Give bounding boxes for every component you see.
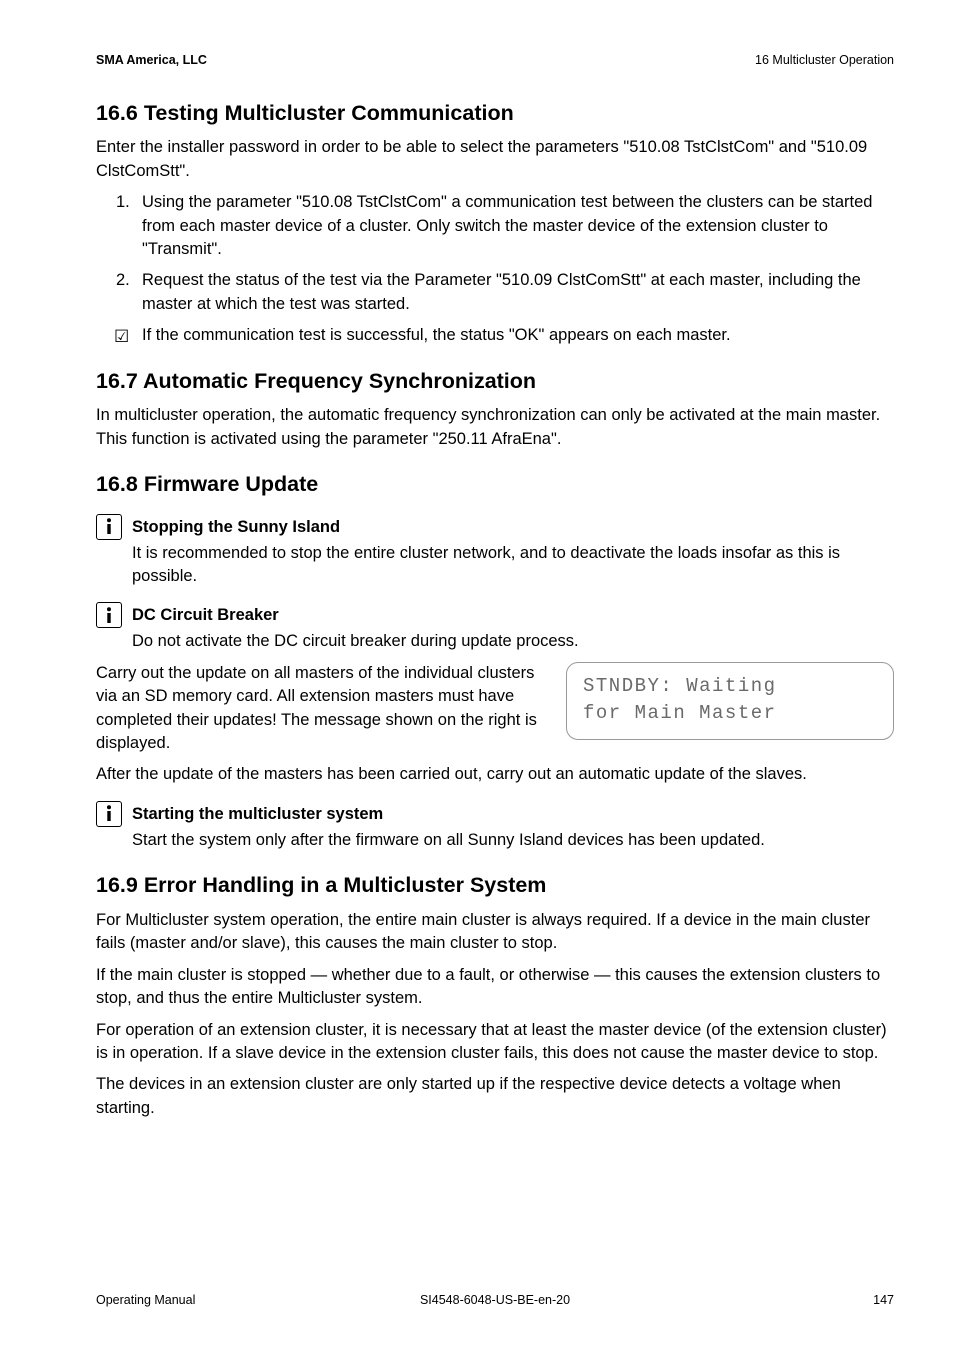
step-2-text: Request the status of the test via the P…: [142, 271, 861, 312]
info-icon: [96, 602, 122, 628]
result-item: ☑ If the communication test is successfu…: [96, 324, 894, 347]
info-starting-multicluster: Starting the multicluster system: [96, 801, 894, 827]
info-title: Stopping the Sunny Island: [132, 514, 340, 539]
page-footer: Operating Manual SI4548-6048-US-BE-en-20…: [96, 1292, 894, 1310]
footer-left: Operating Manual: [96, 1292, 195, 1310]
info-title: DC Circuit Breaker: [132, 602, 279, 627]
section-16-9-p3: For operation of an extension cluster, i…: [96, 1019, 894, 1066]
lcd-line-2: for Main Master: [583, 700, 877, 727]
result-text: If the communication test is successful,…: [142, 326, 731, 344]
update-instruction-text: Carry out the update on all masters of t…: [96, 662, 548, 756]
info-body: Start the system only after the firmware…: [96, 829, 894, 852]
section-16-8-heading: 16.8 Firmware Update: [96, 469, 894, 500]
step-1-number: 1.: [116, 191, 130, 214]
lcd-display: STNDBY: Waiting for Main Master: [566, 662, 894, 740]
section-16-6-steps: 1. Using the parameter "510.08 TstClstCo…: [96, 191, 894, 316]
info-dc-circuit-breaker: DC Circuit Breaker: [96, 602, 894, 628]
section-16-9-heading: 16.9 Error Handling in a Multicluster Sy…: [96, 870, 894, 901]
lcd-line-1: STNDBY: Waiting: [583, 673, 877, 700]
info-icon: [96, 801, 122, 827]
header-company: SMA America, LLC: [96, 52, 207, 70]
section-16-7-body: In multicluster operation, the automatic…: [96, 404, 894, 451]
info-body: It is recommended to stop the entire clu…: [96, 542, 894, 589]
step-2-number: 2.: [116, 269, 130, 292]
step-1: 1. Using the parameter "510.08 TstClstCo…: [120, 191, 894, 261]
document-page: SMA America, LLC 16 Multicluster Operati…: [0, 0, 954, 1352]
step-1-text: Using the parameter "510.08 TstClstCom" …: [142, 193, 872, 258]
info-body: Do not activate the DC circuit breaker d…: [96, 630, 894, 653]
info-icon: [96, 514, 122, 540]
section-16-6-heading: 16.6 Testing Multicluster Communication: [96, 98, 894, 129]
info-stopping-sunny-island: Stopping the Sunny Island: [96, 514, 894, 540]
info-title: Starting the multicluster system: [132, 801, 383, 826]
page-header: SMA America, LLC 16 Multicluster Operati…: [96, 52, 894, 70]
section-16-9-p1: For Multicluster system operation, the e…: [96, 909, 894, 956]
section-16-6-intro: Enter the installer password in order to…: [96, 136, 894, 183]
step-2: 2. Request the status of the test via th…: [120, 269, 894, 316]
section-16-7-heading: 16.7 Automatic Frequency Synchronization: [96, 366, 894, 397]
section-16-9-p2: If the main cluster is stopped — whether…: [96, 964, 894, 1011]
section-16-9-p4: The devices in an extension cluster are …: [96, 1073, 894, 1120]
footer-page-number: 147: [873, 1292, 894, 1310]
update-instruction-row: Carry out the update on all masters of t…: [96, 662, 894, 756]
update-text-span: Carry out the update on all masters of t…: [96, 664, 537, 752]
after-update-text: After the update of the masters has been…: [96, 763, 894, 786]
header-section-title: 16 Multicluster Operation: [755, 52, 894, 70]
checkbox-icon: ☑: [114, 325, 129, 349]
footer-center: SI4548-6048-US-BE-en-20: [420, 1292, 570, 1310]
